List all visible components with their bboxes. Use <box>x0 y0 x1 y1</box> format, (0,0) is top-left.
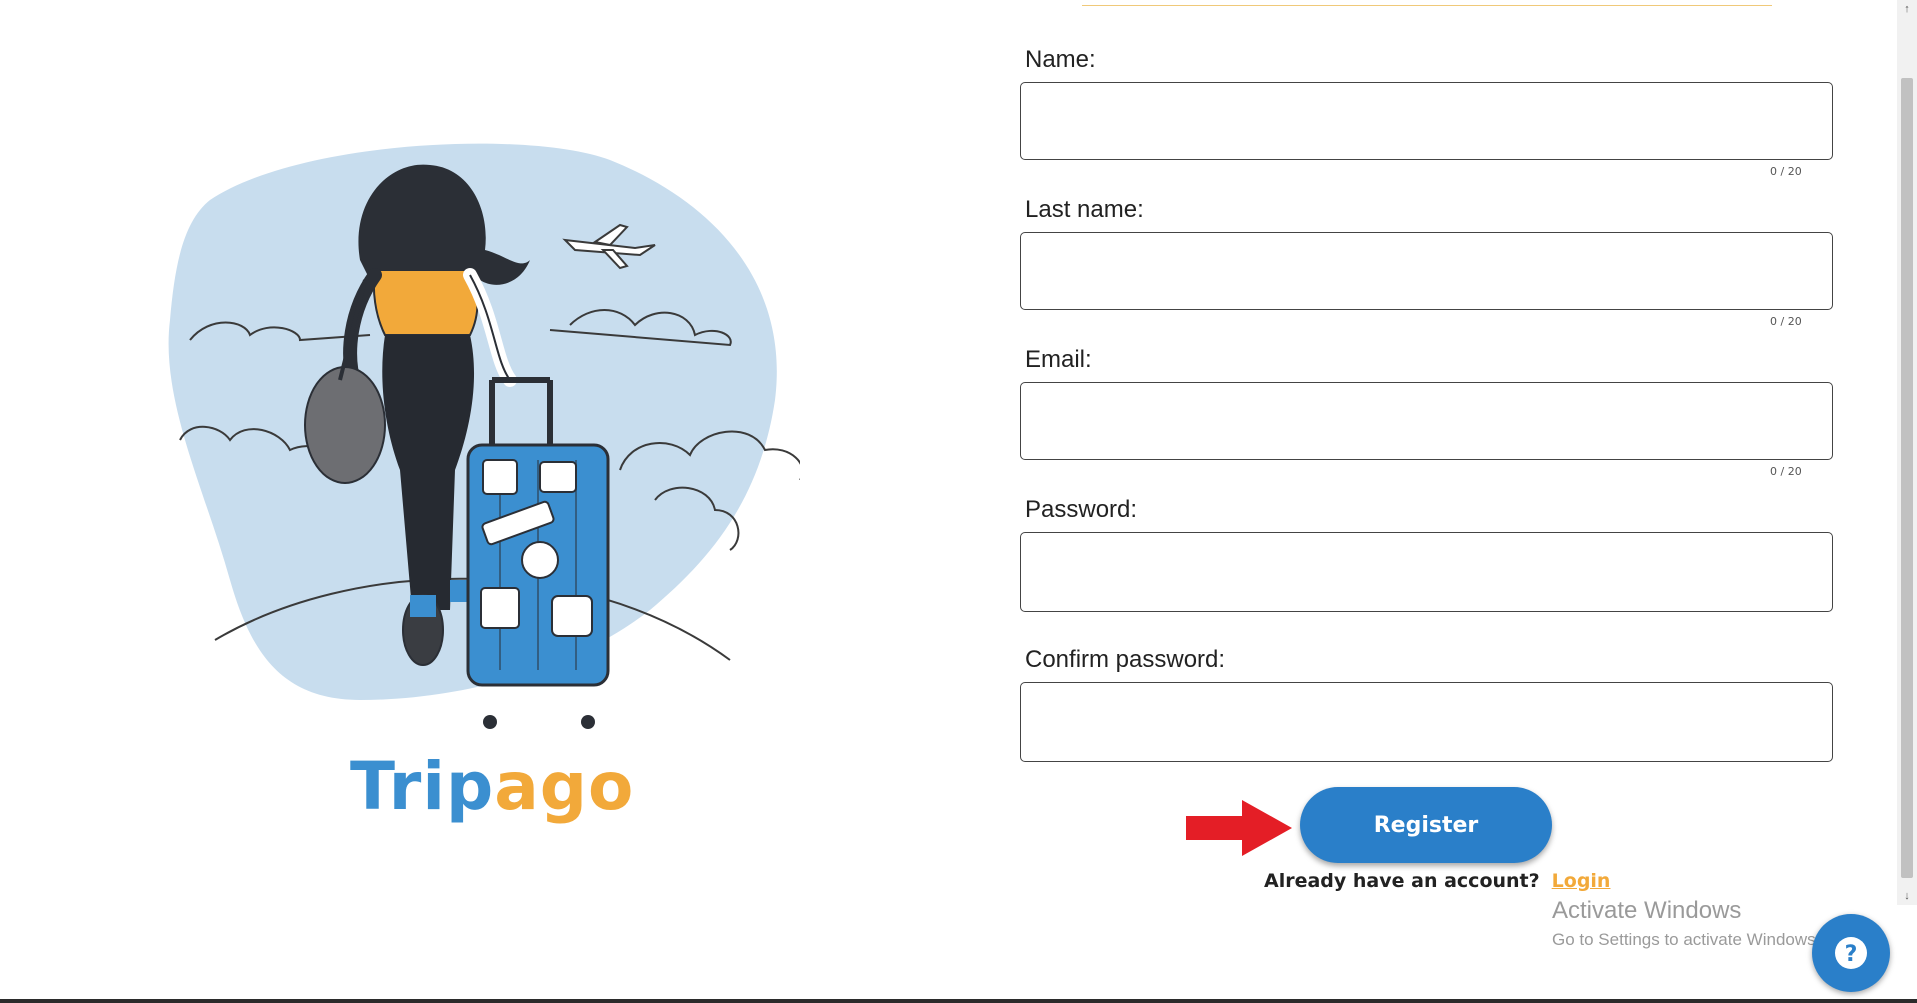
login-prompt-row: Already have an account? Login <box>1264 870 1610 892</box>
last-name-char-counter: 0 / 20 <box>1770 315 1802 328</box>
bottom-border <box>0 999 1917 1003</box>
email-char-counter: 0 / 20 <box>1770 465 1802 478</box>
brand-part-trip: Trip <box>350 748 495 825</box>
name-label: Name: <box>1025 46 1096 73</box>
activate-windows-title: Activate Windows <box>1552 897 1742 924</box>
scroll-down-arrow-icon[interactable]: ↓ <box>1897 887 1917 905</box>
account-prompt-text: Already have an account? <box>1264 870 1540 892</box>
question-icon: ? <box>1835 937 1867 969</box>
page-scrollbar[interactable]: ↑ ↓ <box>1897 0 1917 905</box>
email-label: Email: <box>1025 346 1092 373</box>
help-button[interactable]: ? <box>1812 914 1890 992</box>
confirm-password-label: Confirm password: <box>1025 646 1226 673</box>
activate-windows-subtitle: Go to Settings to activate Windows. <box>1552 930 1821 949</box>
svg-text:?: ? <box>1845 942 1858 967</box>
brand-logo: Tripago <box>350 748 634 825</box>
confirm-password-input[interactable] <box>1020 682 1833 762</box>
name-char-counter: 0 / 20 <box>1770 165 1802 178</box>
last-name-label: Last name: <box>1025 196 1144 223</box>
red-arrow-icon <box>1186 800 1292 856</box>
name-input[interactable] <box>1020 82 1833 160</box>
login-link[interactable]: Login <box>1552 870 1611 892</box>
email-input[interactable] <box>1020 382 1833 460</box>
traveler-illustration <box>168 143 800 729</box>
password-input[interactable] <box>1020 532 1833 612</box>
password-label: Password: <box>1025 496 1138 523</box>
registration-page: Tripago Name: 0 / 20 Last name: 0 / 20 E… <box>0 0 1917 1003</box>
brand-part-ago: ago <box>494 748 635 825</box>
register-button[interactable]: Register <box>1300 787 1552 863</box>
scroll-thumb[interactable] <box>1901 78 1913 878</box>
last-name-input[interactable] <box>1020 232 1833 310</box>
scroll-up-arrow-icon[interactable]: ↑ <box>1897 0 1917 18</box>
form-top-divider <box>1082 5 1772 6</box>
